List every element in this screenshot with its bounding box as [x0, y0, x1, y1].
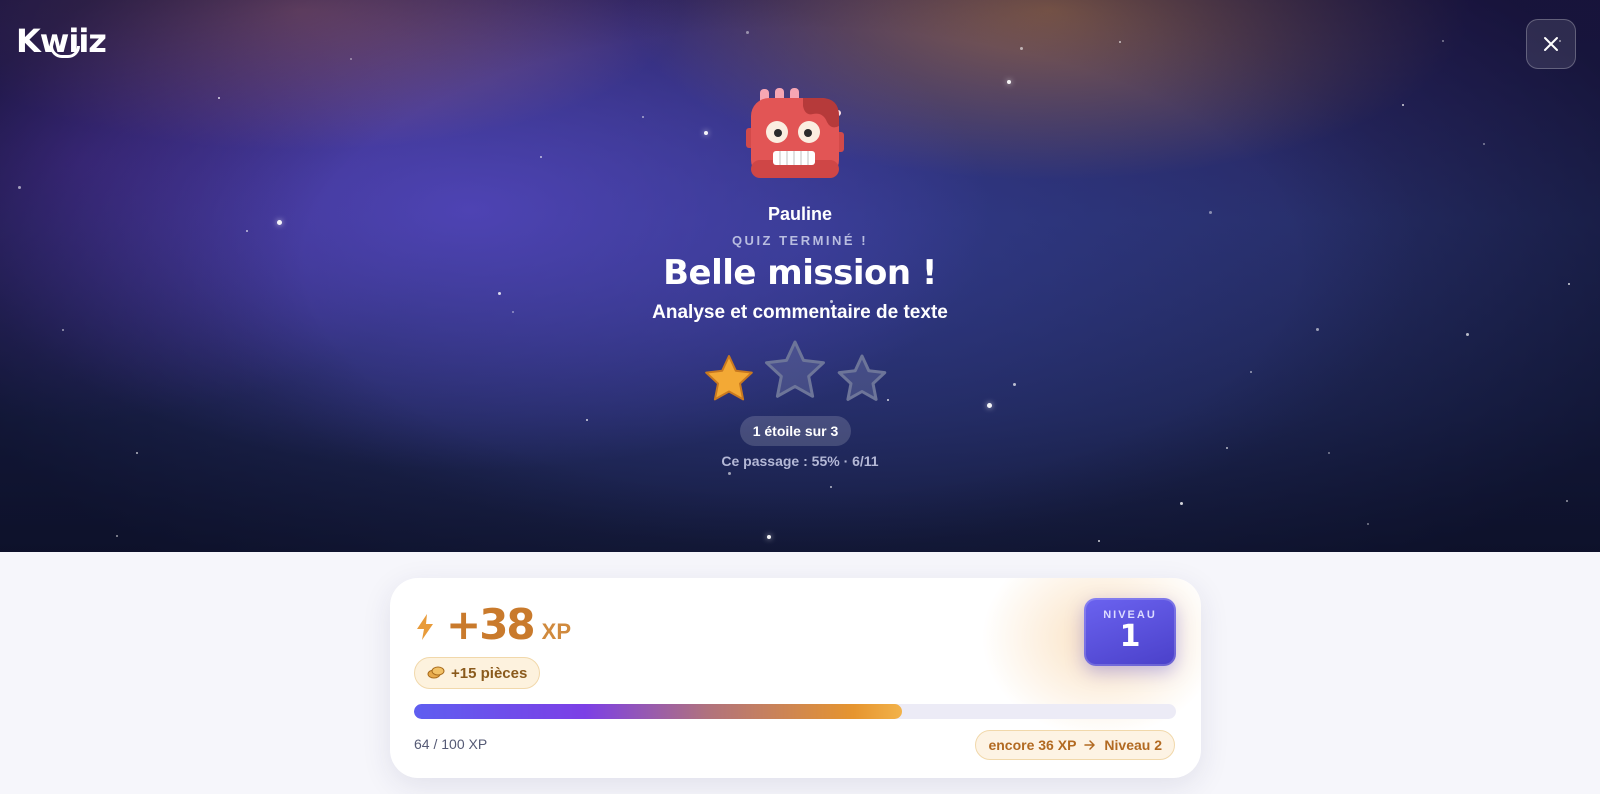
xp-progress-bar: [414, 704, 1176, 719]
coins-reward-pill: +15 pièces: [414, 657, 541, 689]
remaining-xp: encore 36 XP: [988, 737, 1077, 753]
lightning-bolt-icon: [417, 614, 433, 640]
run-stats: Ce passage : 55% · 6/11: [721, 453, 879, 469]
next-level-pill: encore 36 XP Niveau 2: [975, 730, 1175, 760]
results-hero: Kwiiz Pauline QUIZ TERMINÉ ! Belle missi…: [0, 0, 1600, 552]
star-filled-icon: [705, 355, 753, 401]
star-rating: [705, 340, 887, 401]
next-level: Niveau 2: [1104, 737, 1162, 753]
star-empty-icon: [837, 354, 887, 401]
reward-card: +38 XP +15 pièces NIVEAU 1 64 / 100 XP e…: [390, 578, 1201, 778]
coins-icon: [427, 666, 445, 679]
arrow-right-icon: [1084, 740, 1096, 750]
level-badge: NIVEAU 1: [1084, 598, 1176, 666]
coins-label: +15 pièces: [451, 664, 528, 682]
star-empty-icon: [765, 340, 825, 398]
stars-count-pill: 1 étoile sur 3: [740, 416, 851, 446]
level-value: 1: [1119, 619, 1141, 654]
xp-unit: XP: [541, 619, 571, 644]
xp-amount: +38: [446, 600, 536, 649]
xp-total: 64 / 100 XP: [414, 736, 488, 752]
xp-progress-fill: [414, 704, 902, 719]
xp-gain: +38 XP: [414, 600, 571, 649]
